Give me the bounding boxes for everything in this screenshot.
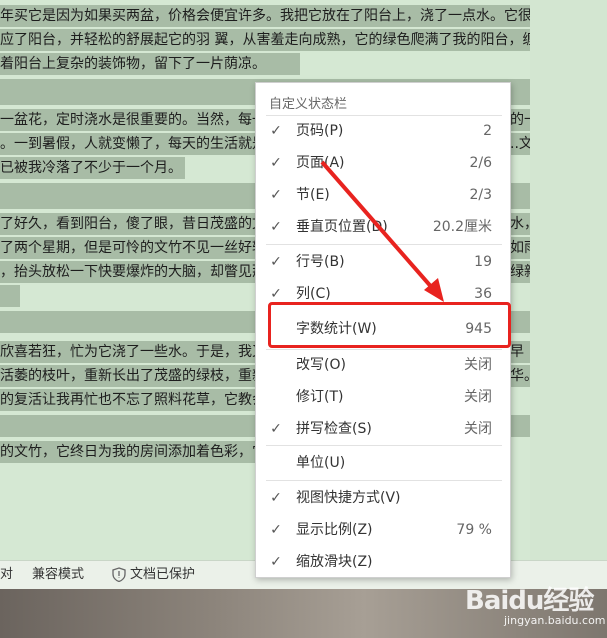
annotation-arrow xyxy=(320,160,444,302)
arrow-line xyxy=(320,160,436,292)
